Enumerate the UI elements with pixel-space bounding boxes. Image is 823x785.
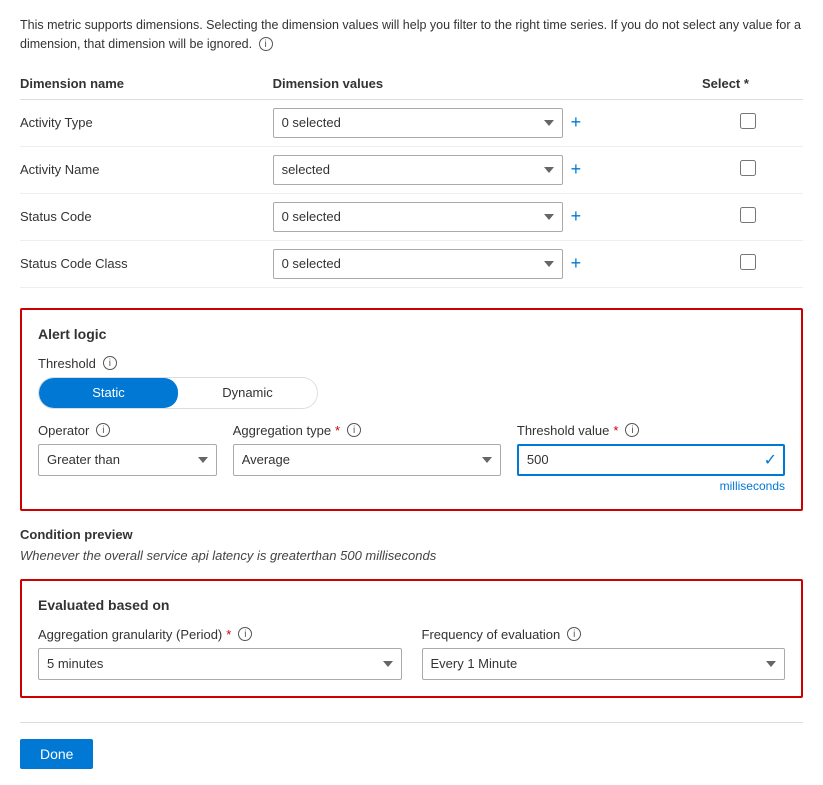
alert-logic-title: Alert logic [38,326,785,342]
divider [20,722,803,723]
dimension-name-cell: Status Code [20,193,273,240]
dimension-checkbox[interactable] [740,113,756,129]
dimension-name-cell: Status Code Class [20,240,273,287]
info-text: This metric supports dimensions. Selecti… [20,16,803,54]
operator-label: Operator i [38,423,217,438]
col-header-dimension-name: Dimension name [20,70,273,100]
dimension-values-dropdown[interactable]: selected [273,155,563,185]
operator-dropdown[interactable]: Greater thanLess thanGreater than or equ… [38,444,217,476]
table-row: Activity Name selected + [20,146,803,193]
dimensions-table: Dimension name Dimension values Select *… [20,70,803,288]
dimension-values-dropdown[interactable]: 0 selected [273,108,563,138]
dimension-select-cell[interactable] [702,99,803,146]
add-dimension-icon[interactable]: + [571,112,582,133]
period-info-icon[interactable]: i [238,627,252,641]
check-icon: ✓ [764,450,777,470]
dimension-values-cell[interactable]: selected + [273,146,702,193]
add-dimension-icon[interactable]: + [571,159,582,180]
threshold-toggle[interactable]: Static Dynamic [38,377,318,409]
frequency-info-icon[interactable]: i [567,627,581,641]
dimension-select-cell[interactable] [702,146,803,193]
alert-logic-section: Alert logic Threshold i Static Dynamic O… [20,308,803,511]
add-dimension-icon[interactable]: + [571,206,582,227]
evaluated-based-on-section: Evaluated based on Aggregation granulari… [20,579,803,698]
dimension-name-cell: Activity Type [20,99,273,146]
threshold-dynamic-option[interactable]: Dynamic [178,378,317,408]
threshold-value-info-icon[interactable]: i [625,423,639,437]
dimension-checkbox[interactable] [740,207,756,223]
table-row: Status Code 0 selected + [20,193,803,240]
add-dimension-icon[interactable]: + [571,253,582,274]
aggregation-label: Aggregation type * i [233,423,501,438]
dimension-select-cell[interactable] [702,193,803,240]
dimension-values-cell[interactable]: 0 selected + [273,240,702,287]
dimension-values-cell[interactable]: 0 selected + [273,99,702,146]
dimension-checkbox[interactable] [740,160,756,176]
threshold-value-label: Threshold value * i [517,423,785,438]
period-dropdown[interactable]: 1 minute5 minutes15 minutes30 minutes1 h… [38,648,402,680]
operator-info-icon[interactable]: i [96,423,110,437]
info-icon[interactable]: i [259,37,273,51]
col-header-dimension-values: Dimension values [273,70,702,100]
aggregation-dropdown[interactable]: AverageMinimumMaximumTotalCount [233,444,501,476]
dimension-name-cell: Activity Name [20,146,273,193]
col-header-select: Select * [702,70,803,100]
dimension-values-cell[interactable]: 0 selected + [273,193,702,240]
frequency-dropdown[interactable]: Every 1 MinuteEvery 5 MinutesEvery 15 Mi… [422,648,786,680]
condition-preview-section: Condition preview Whenever the overall s… [20,527,803,563]
threshold-value-input[interactable] [517,444,785,476]
table-row: Activity Type 0 selected + [20,99,803,146]
threshold-unit-label: milliseconds [517,479,785,493]
condition-preview-text: Whenever the overall service api latency… [20,548,803,563]
table-row: Status Code Class 0 selected + [20,240,803,287]
dimension-values-dropdown[interactable]: 0 selected [273,249,563,279]
aggregation-info-icon[interactable]: i [347,423,361,437]
condition-preview-title: Condition preview [20,527,803,542]
threshold-label: Threshold i [38,356,785,371]
evaluated-based-on-title: Evaluated based on [38,597,785,613]
threshold-info-icon[interactable]: i [103,356,117,370]
dimension-checkbox[interactable] [740,254,756,270]
frequency-label: Frequency of evaluation i [422,627,786,642]
done-button[interactable]: Done [20,739,93,769]
dimension-select-cell[interactable] [702,240,803,287]
dimension-values-dropdown[interactable]: 0 selected [273,202,563,232]
threshold-static-option[interactable]: Static [39,378,178,408]
period-label: Aggregation granularity (Period) * i [38,627,402,642]
